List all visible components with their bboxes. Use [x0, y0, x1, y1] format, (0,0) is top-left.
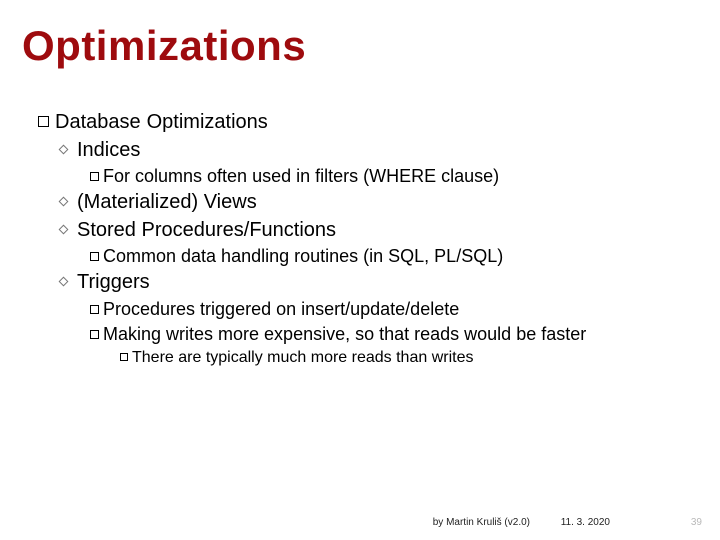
footer-page-number: 39 — [691, 517, 702, 528]
bullet-l2-triggers: Triggers — [60, 270, 690, 296]
footer-author: by Martin Kruliš (v2.0) — [433, 517, 530, 528]
diamond-bullet-icon — [59, 277, 69, 287]
bullet-l1-database: Database Optimizations — [38, 110, 690, 136]
square-bullet-icon — [90, 305, 99, 314]
square-bullet-icon — [38, 116, 49, 127]
l2-text: (Materialized) Views — [77, 191, 257, 213]
l1-text-a: Database — [55, 111, 141, 133]
bullet-l3-triggers-2: Making writes more expensive, so that re… — [90, 323, 690, 346]
bullet-l2-procs: Stored Procedures/Functions — [60, 218, 690, 244]
l1-text-b: Optimizations — [147, 111, 268, 133]
l2-text: Stored Procedures/Functions — [77, 219, 336, 241]
slide-body: Database Optimizations Indices For column… — [38, 110, 690, 371]
bullet-l2-indices: Indices — [60, 138, 690, 164]
diamond-bullet-icon — [59, 197, 69, 207]
l4-text: There are typically much more reads than… — [132, 349, 473, 366]
square-bullet-icon — [90, 172, 99, 181]
square-bullet-icon — [90, 330, 99, 339]
square-bullet-icon — [90, 252, 99, 261]
bullet-l3-triggers-1: Procedures triggered on insert/update/de… — [90, 298, 690, 321]
slide: Optimizations Database Optimizations Indi… — [0, 0, 720, 540]
l2-text: Indices — [77, 139, 140, 161]
slide-title: Optimizations — [22, 22, 306, 70]
bullet-l3-procs-1: Common data handling routines (in SQL, P… — [90, 245, 690, 268]
l3-text: Procedures triggered on insert/update/de… — [103, 299, 459, 319]
footer-date: 11. 3. 2020 — [561, 517, 610, 528]
bullet-l2-views: (Materialized) Views — [60, 190, 690, 216]
bullet-l3-indices-1: For columns often used in filters (WHERE… — [90, 165, 690, 188]
diamond-bullet-icon — [59, 144, 69, 154]
l2-text: Triggers — [77, 271, 150, 293]
square-bullet-icon — [120, 353, 128, 361]
l3-text: Making writes more expensive, so that re… — [103, 324, 586, 344]
diamond-bullet-icon — [59, 224, 69, 234]
l3-text: For columns often used in filters (WHERE… — [103, 166, 499, 186]
bullet-l4-triggers-2a: There are typically much more reads than… — [120, 348, 690, 368]
l3-text: Common data handling routines (in SQL, P… — [103, 246, 503, 266]
